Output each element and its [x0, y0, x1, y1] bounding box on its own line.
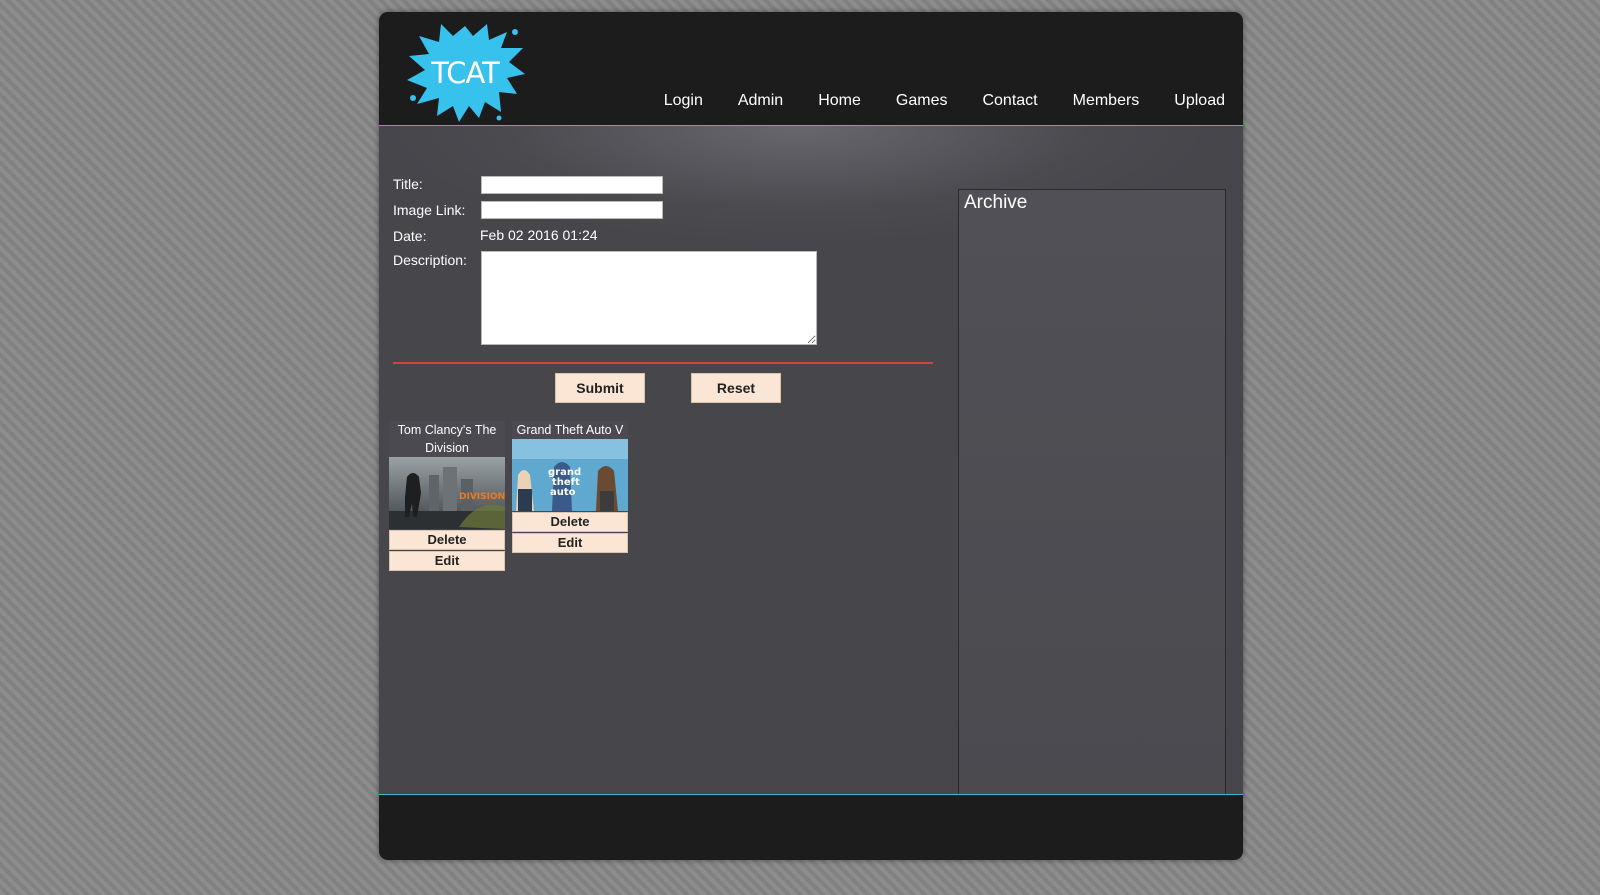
nav-members[interactable]: Members	[1073, 92, 1140, 110]
gta-v-cover-image[interactable]: grand theft auto	[512, 439, 628, 511]
nav-admin[interactable]: Admin	[738, 92, 783, 110]
nav-login[interactable]: Login	[664, 92, 703, 110]
title-label: Title:	[393, 176, 423, 192]
division-cover-image[interactable]: DIVISION	[389, 457, 505, 529]
site-logo[interactable]: TCAT	[403, 18, 527, 124]
main-content: Title: Image Link: Date: Feb 02 2016 01:…	[379, 126, 1243, 794]
svg-text:auto: auto	[550, 487, 576, 498]
submit-button[interactable]: Submit	[555, 373, 645, 403]
edit-button[interactable]: Edit	[512, 533, 628, 553]
image-link-label: Image Link:	[393, 202, 466, 218]
date-label: Date:	[393, 228, 427, 244]
archive-title: Archive	[964, 192, 1028, 213]
edit-button[interactable]: Edit	[389, 551, 505, 571]
nav-home[interactable]: Home	[818, 92, 861, 110]
game-title: Grand Theft Auto V	[512, 421, 628, 439]
page-container: TCAT Login Admin Home Games Contact Memb…	[379, 12, 1243, 860]
game-card: Tom Clancy's The Division DIVISION Delet…	[389, 421, 505, 571]
title-input[interactable]	[481, 176, 663, 194]
nav-games[interactable]: Games	[896, 92, 948, 110]
date-value: Feb 02 2016 01:24	[480, 227, 598, 243]
logo-text: TCAT	[431, 56, 500, 90]
image-link-input[interactable]	[481, 201, 663, 219]
description-label: Description:	[393, 252, 467, 268]
reset-button[interactable]: Reset	[691, 373, 781, 403]
nav-contact[interactable]: Contact	[982, 92, 1037, 110]
game-title: Tom Clancy's The Division	[389, 421, 505, 457]
form-divider	[393, 362, 933, 364]
game-card: Grand Theft Auto V grand theft auto Dele…	[512, 421, 628, 553]
archive-panel: Archive	[958, 189, 1226, 794]
description-textarea[interactable]	[481, 251, 817, 345]
site-header: TCAT Login Admin Home Games Contact Memb…	[379, 12, 1243, 126]
delete-button[interactable]: Delete	[389, 530, 505, 550]
svg-text:DIVISION: DIVISION	[459, 492, 505, 502]
main-nav: Login Admin Home Games Contact Members U…	[629, 92, 1225, 110]
site-footer	[379, 794, 1243, 860]
nav-upload[interactable]: Upload	[1174, 92, 1225, 110]
delete-button[interactable]: Delete	[512, 512, 628, 532]
